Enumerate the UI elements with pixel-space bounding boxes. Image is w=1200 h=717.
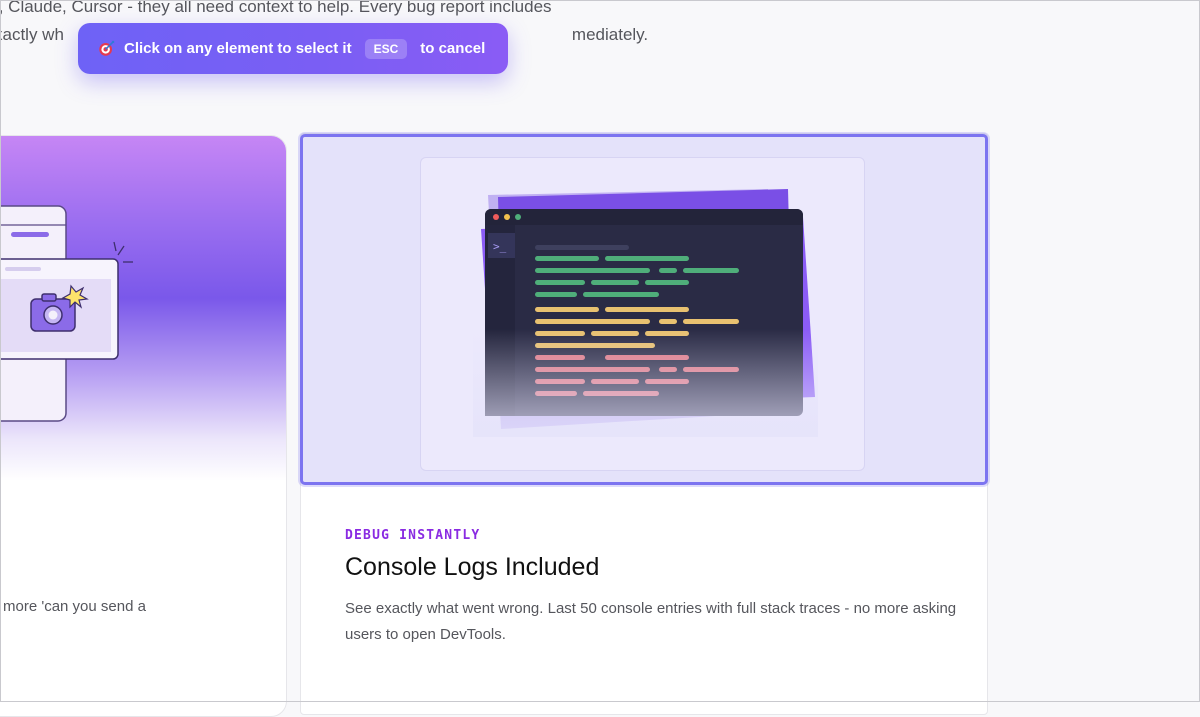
console-illustration: >_ <box>473 189 818 437</box>
feature-eyebrow: DEBUG INSTANTLY <box>345 528 481 543</box>
selected-element-highlight[interactable]: >_ <box>300 134 988 485</box>
intro-text-line-1: t, Claude, Cursor - they all need contex… <box>0 0 552 16</box>
feature-card-screenshot[interactable]: more 'can you send a <box>0 135 287 717</box>
esc-key-badge[interactable]: ESC <box>364 38 408 59</box>
feature-title: Console Logs Included <box>345 553 600 581</box>
intro-text-fragment-end: mediately. <box>571 25 649 44</box>
feature-description: See exactly what went wrong. Last 50 con… <box>345 600 957 643</box>
target-icon <box>99 40 115 56</box>
intro-text-fragment-start: xactly wh <box>0 25 64 44</box>
selection-toast: Click on any element to select it ESC to… <box>78 23 508 74</box>
feature-description: more 'can you send a <box>3 598 146 615</box>
toast-cancel-hint: to cancel <box>420 40 486 57</box>
toast-message: Click on any element to select it <box>124 40 352 57</box>
screenshot-illustration <box>0 136 286 481</box>
browser-camera-illustration <box>0 205 133 422</box>
